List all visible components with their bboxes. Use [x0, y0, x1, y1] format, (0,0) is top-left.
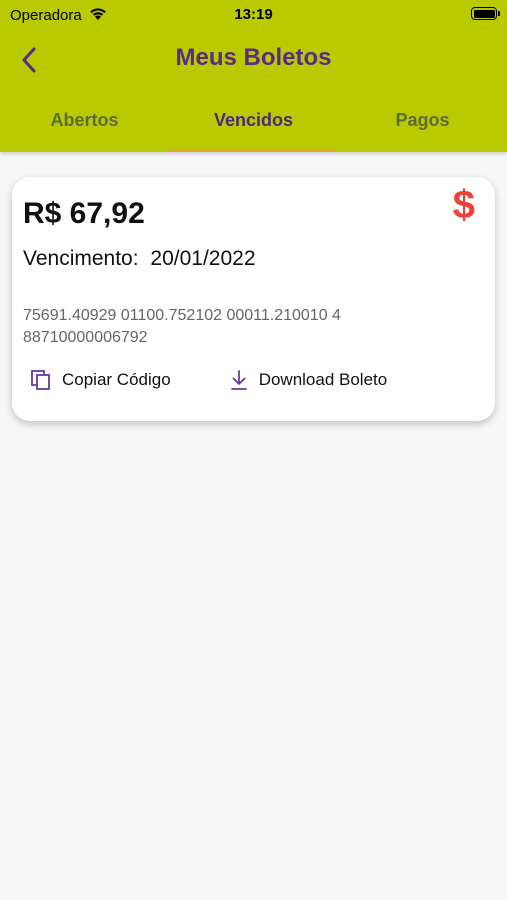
barcode-number: 75691.40929 01100.752102 00011.210010 4 …: [23, 305, 423, 349]
download-boleto-label: Download Boleto: [258, 370, 388, 389]
tab-pagos[interactable]: Pagos: [338, 104, 507, 152]
due-date: Vencimento: 20/01/2022: [23, 247, 256, 271]
navigation-bar: Meus Boletos: [0, 38, 507, 82]
dollar-icon: $: [452, 183, 475, 227]
clock: 13:19: [234, 6, 273, 23]
boleto-actions: Copiar Código Download Boleto: [30, 369, 387, 391]
boleto-amount: R$ 67,92: [23, 197, 145, 230]
copy-code-button[interactable]: Copiar Código: [30, 369, 171, 391]
copy-code-label: Copiar Código: [62, 370, 171, 389]
page-title: Meus Boletos: [175, 44, 332, 71]
app-header: Operadora 13:19 Meus Boletos Abertos Ven…: [0, 0, 507, 152]
battery-icon: [471, 7, 500, 20]
barcode-line: 75691.40929 01100.752102 00011.210010 4: [23, 307, 341, 324]
tab-bar: Abertos Vencidos Pagos: [0, 104, 507, 152]
copy-icon: [31, 370, 50, 390]
due-label: Vencimento:: [23, 247, 139, 270]
download-boleto-button[interactable]: Download Boleto: [229, 369, 388, 391]
tab-abertos[interactable]: Abertos: [0, 104, 169, 152]
tab-vencidos[interactable]: Vencidos: [169, 104, 338, 152]
due-value: 20/01/2022: [150, 247, 256, 270]
status-bar: Operadora 13:19: [0, 0, 507, 30]
download-icon: [230, 370, 247, 390]
boleto-card: R$ 67,92 $ Vencimento: 20/01/2022 75691.…: [12, 177, 495, 421]
barcode-line: 88710000006792: [23, 329, 148, 346]
